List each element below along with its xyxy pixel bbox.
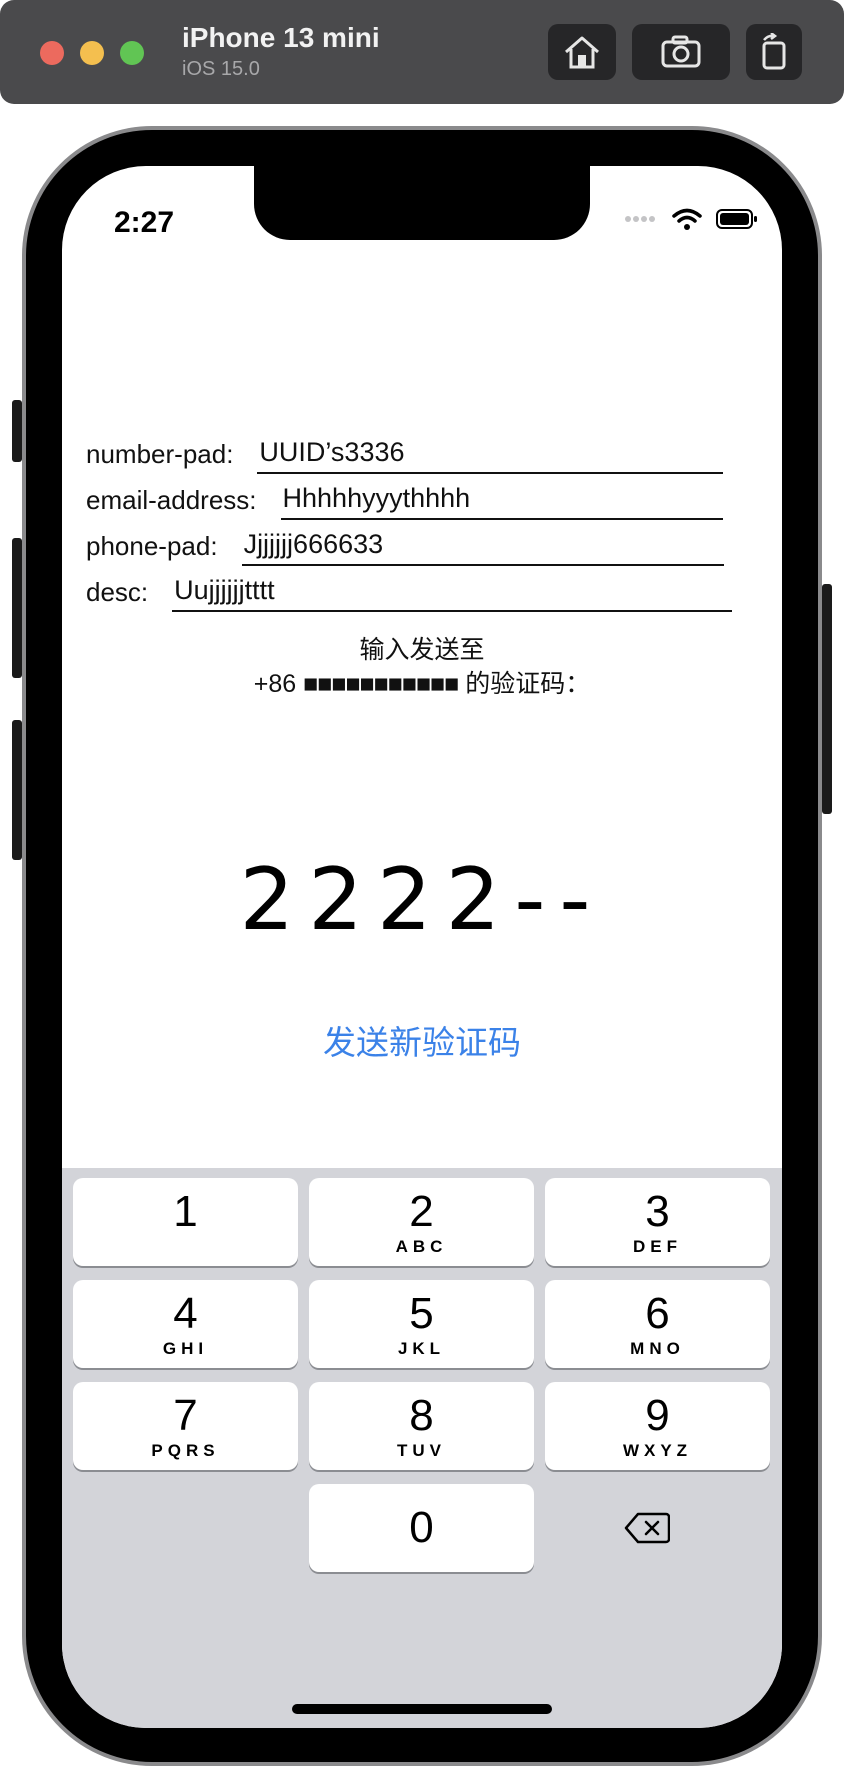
key-letters: ABC <box>395 1237 448 1256</box>
volume-down-button <box>12 720 22 860</box>
key-number: 0 <box>409 1503 434 1552</box>
key-6[interactable]: 6 MNO <box>545 1280 770 1368</box>
camera-icon <box>661 35 701 68</box>
phone-pad-input[interactable]: Jjjjjjj666633 <box>241 526 724 566</box>
key-2[interactable]: 2 ABC <box>309 1178 534 1266</box>
cellular-signal-icon <box>625 216 655 222</box>
os-version: iOS 15.0 <box>182 58 260 80</box>
key-number: 7 <box>173 1391 198 1440</box>
home-button[interactable] <box>548 24 616 80</box>
close-window-button[interactable] <box>40 41 64 65</box>
key-number: 8 <box>409 1391 434 1440</box>
key-number: 4 <box>173 1289 198 1338</box>
number-pad-keyboard: 1 2 ABC 3 DEF 4 GHI 5 JKL 6 MNO 7 PQRS 8 <box>62 1168 782 1728</box>
verification-prompt-line2: +86 ■■■■■■■■■■■ 的验证码： <box>62 664 782 700</box>
key-letters: TUV <box>397 1441 446 1460</box>
row-label: number-pad: <box>86 439 234 469</box>
prompt-suffix: 的验证码： <box>465 670 591 698</box>
simulator-titlebar: iPhone 13 mini iOS 15.0 <box>0 0 844 104</box>
number-pad-input[interactable]: UUID’s3336 <box>257 434 724 474</box>
key-number: 9 <box>645 1391 670 1440</box>
country-code: +86 <box>253 670 297 698</box>
key-9[interactable]: 9 WXYZ <box>545 1382 770 1470</box>
form-row-desc: desc: Uujjjjjjtttt <box>86 568 733 612</box>
mute-switch <box>12 400 22 462</box>
notch <box>254 166 590 240</box>
key-1[interactable]: 1 <box>73 1178 298 1266</box>
zoom-window-button[interactable] <box>120 41 144 65</box>
key-number: 6 <box>645 1289 670 1338</box>
status-icons <box>624 208 758 230</box>
desc-input[interactable]: Uujjjjjjtttt <box>172 572 733 612</box>
rotate-button[interactable] <box>746 24 802 80</box>
key-5[interactable]: 5 JKL <box>309 1280 534 1368</box>
delete-backspace-icon <box>624 1512 670 1544</box>
wifi-icon <box>672 208 702 230</box>
key-4[interactable]: 4 GHI <box>73 1280 298 1368</box>
delete-key[interactable] <box>534 1484 759 1572</box>
home-icon <box>565 36 599 69</box>
key-3[interactable]: 3 DEF <box>545 1178 770 1266</box>
key-7[interactable]: 7 PQRS <box>73 1382 298 1470</box>
key-letters: WXYZ <box>622 1441 693 1460</box>
key-letters: MNO <box>630 1339 685 1358</box>
screenshot-button[interactable] <box>632 24 730 80</box>
device-name: iPhone 13 mini <box>182 22 380 53</box>
masked-phone-number: ■■■■■■■■■■■ <box>303 670 459 698</box>
phone-screen: 2:27 number-pad: UUID’s3336 email-addres… <box>62 166 782 1728</box>
key-number: 5 <box>409 1289 434 1338</box>
verification-code-display[interactable]: 2222-- <box>62 850 782 950</box>
key-letters: GHI <box>162 1339 209 1358</box>
key-0[interactable]: 0 <box>309 1484 534 1572</box>
key-number: 3 <box>645 1187 670 1236</box>
row-label: email-address: <box>86 485 257 515</box>
key-8[interactable]: 8 TUV <box>309 1382 534 1470</box>
form-row-phone-pad: phone-pad: Jjjjjjj666633 <box>86 522 724 566</box>
volume-up-button <box>12 538 22 678</box>
email-address-input[interactable]: Hhhhhyyythhhh <box>280 480 723 520</box>
key-number: 2 <box>409 1187 434 1236</box>
row-label: phone-pad: <box>86 531 218 561</box>
row-label: desc: <box>86 577 149 607</box>
key-letters: JKL <box>397 1339 446 1358</box>
verification-prompt-line1: 输入发送至 <box>359 636 485 664</box>
key-letters: DEF <box>633 1237 682 1256</box>
key-number: 1 <box>173 1187 198 1236</box>
key-letters: PQRS <box>151 1441 220 1460</box>
minimize-window-button[interactable] <box>80 41 104 65</box>
status-time: 2:27 <box>114 206 175 239</box>
resend-code-button[interactable]: 发送新验证码 <box>62 1016 782 1064</box>
form-row-number-pad: number-pad: UUID’s3336 <box>86 430 724 474</box>
home-indicator[interactable] <box>292 1704 552 1714</box>
battery-icon <box>716 209 757 229</box>
power-button <box>822 584 832 814</box>
form-row-email-address: email-address: Hhhhhyyythhhh <box>86 476 723 520</box>
rotate-icon <box>762 33 786 70</box>
